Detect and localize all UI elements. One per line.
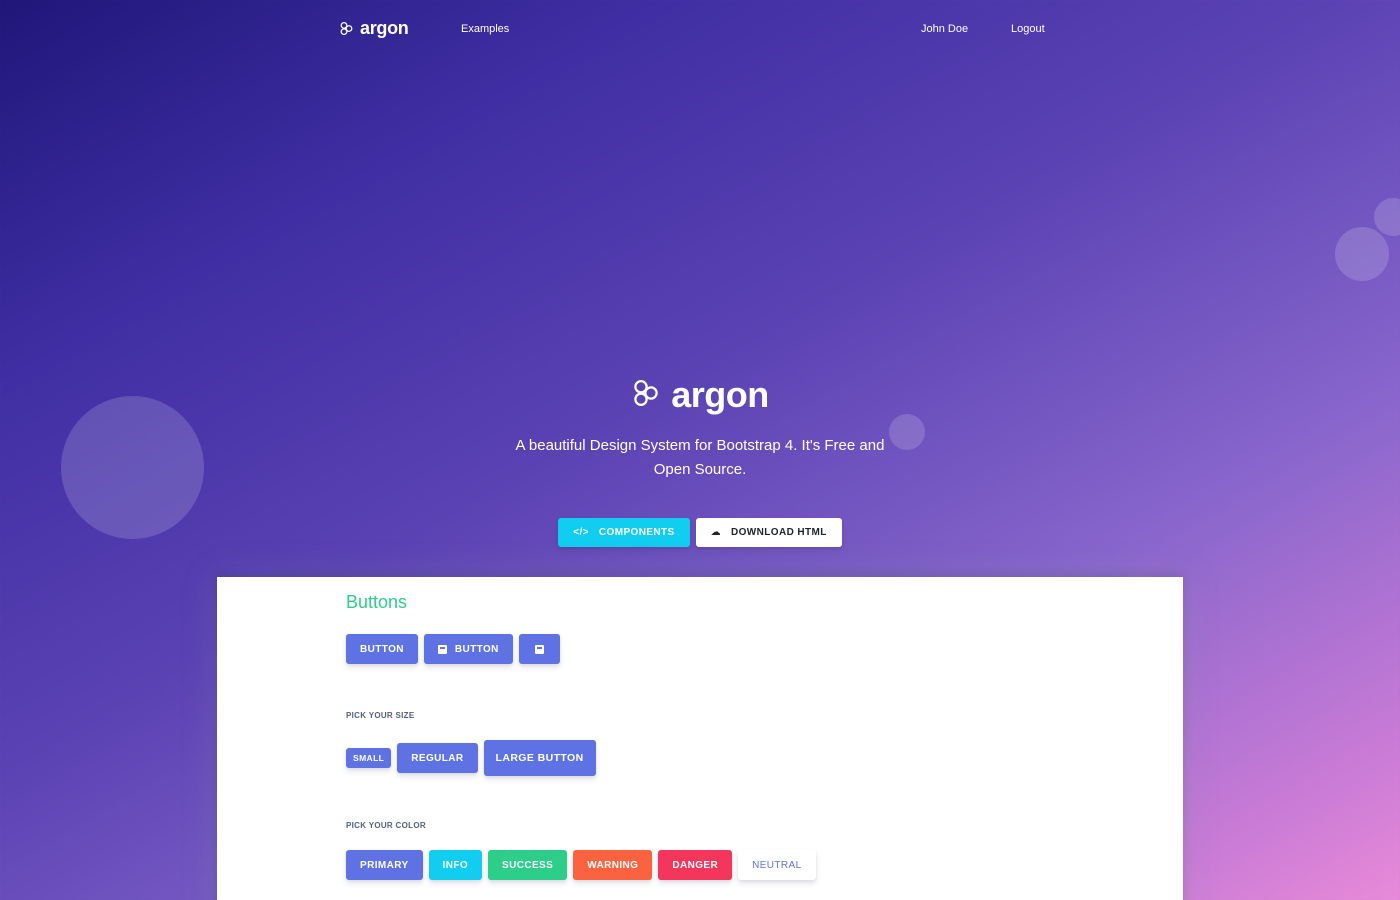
components-button[interactable]: </> COMPONENTS	[558, 518, 690, 547]
hero-brand-name: argon	[671, 374, 769, 415]
warning-button[interactable]: WARNING	[573, 850, 653, 880]
section-title: Buttons	[346, 592, 408, 612]
nav-link-user[interactable]: John Doe	[921, 23, 968, 35]
components-label: COMPONENTS	[598, 527, 675, 538]
cloud-download-icon: ☁	[710, 527, 721, 538]
navbar-brand[interactable]: argon	[339, 18, 409, 39]
nav-link-examples[interactable]: Examples	[461, 23, 509, 35]
primary-button[interactable]: PRIMARY	[346, 850, 423, 880]
buttons-card: Buttons BUTTON BUTTON PICK YOUR SIZE SMA…	[217, 577, 1183, 900]
hero-subtitle: A beautiful Design System for Bootstrap …	[515, 437, 885, 478]
regular-button[interactable]: REGULAR	[397, 743, 478, 773]
calendar-icon	[534, 644, 544, 654]
icon-only-button[interactable]	[518, 634, 560, 664]
brand-name: argon	[360, 18, 409, 38]
large-button[interactable]: LARGE BUTTON	[483, 740, 596, 776]
button-with-icon[interactable]: BUTTON	[423, 634, 513, 664]
danger-button[interactable]: DANGER	[658, 850, 733, 880]
color-buttons-row: PRIMARY INFO SUCCESS WARNING DANGER NEUT…	[346, 850, 822, 880]
hero-logo: argon	[0, 374, 1400, 416]
nav-link-logout[interactable]: Logout	[1011, 23, 1045, 35]
code-icon: </>	[573, 527, 589, 538]
hero-actions: </> COMPONENTS ☁ DOWNLOAD HTML	[0, 518, 1400, 547]
decorative-circle-edge	[1374, 198, 1400, 236]
calendar-icon	[437, 644, 447, 654]
neutral-button[interactable]: NEUTRAL	[738, 850, 816, 880]
success-button[interactable]: SUCCESS	[488, 850, 568, 880]
decorative-circle-right	[1335, 227, 1389, 281]
basic-buttons-row: BUTTON BUTTON	[346, 634, 566, 664]
hexagons-logo-icon	[339, 21, 354, 36]
navbar: argon Examples John Doe Logout	[0, 0, 1400, 60]
download-label: DOWNLOAD HTML	[731, 527, 827, 538]
size-heading: PICK YOUR SIZE	[346, 711, 415, 720]
info-button[interactable]: INFO	[428, 850, 483, 880]
color-heading: PICK YOUR COLOR	[346, 821, 426, 830]
download-html-button[interactable]: ☁ DOWNLOAD HTML	[695, 518, 842, 547]
button-basic[interactable]: BUTTON	[346, 634, 418, 664]
hexagons-logo-icon	[631, 378, 661, 413]
small-button[interactable]: SMALL	[346, 748, 392, 768]
button-with-icon-label: BUTTON	[454, 643, 499, 655]
size-buttons-row: SMALL REGULAR LARGE BUTTON	[346, 740, 602, 776]
